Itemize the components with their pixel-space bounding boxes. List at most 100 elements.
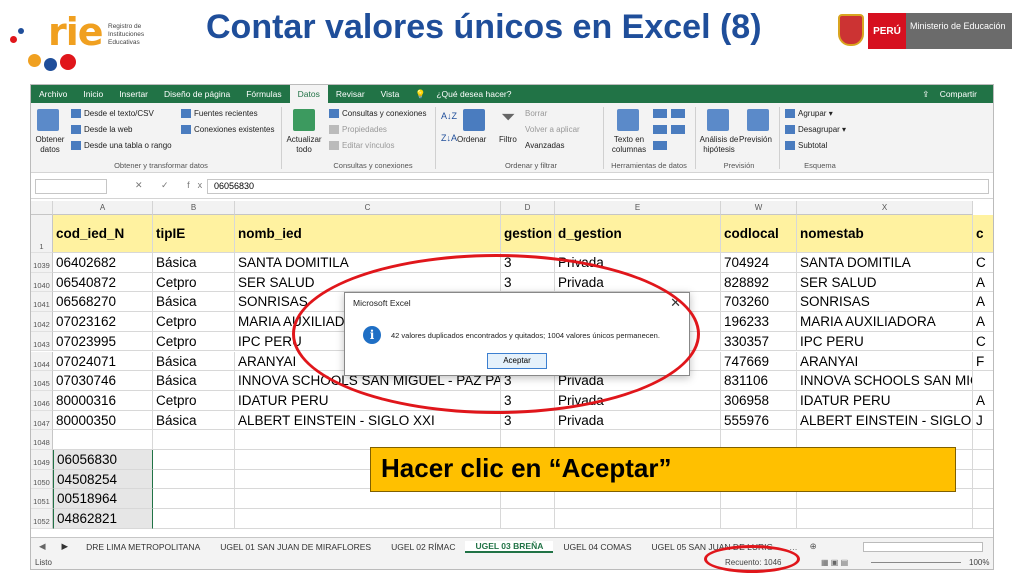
table-cell[interactable]	[797, 489, 973, 510]
row-header[interactable]: 1051	[31, 489, 53, 510]
table-cell[interactable]	[501, 489, 555, 510]
table-cell[interactable]: SANTA DOMITILA	[797, 253, 973, 273]
table-cell[interactable]: 07030746	[53, 371, 153, 391]
tab-vista[interactable]: Vista	[373, 89, 408, 99]
table-cell[interactable]: SER SALUD	[797, 272, 973, 293]
header-cell[interactable]: codlocal	[721, 215, 797, 253]
column-header[interactable]: A	[53, 201, 153, 215]
header-cell[interactable]: c	[973, 215, 993, 253]
tell-me-search[interactable]: 💡 ¿Qué desea hacer?	[407, 89, 527, 100]
row-header[interactable]: 1049	[31, 450, 53, 470]
table-cell[interactable]: 00518964	[53, 489, 153, 510]
row-header[interactable]: 1048	[31, 430, 53, 450]
row-header[interactable]: 1040	[31, 272, 53, 293]
sort-az-icon[interactable]: A↓Z	[441, 111, 457, 121]
from-web-button[interactable]: Desde la web	[71, 125, 132, 135]
table-cell[interactable]: 704924	[721, 253, 797, 273]
table-cell[interactable]: 196233	[721, 312, 797, 332]
row-header[interactable]: 1041	[31, 292, 53, 313]
row-header[interactable]: 1045	[31, 371, 53, 391]
queries-connections-button[interactable]: Consultas y conexiones	[329, 109, 427, 119]
sort-za-icon[interactable]: Z↓A	[441, 133, 457, 143]
row-header[interactable]: 1046	[31, 390, 53, 411]
table-cell[interactable]: ALBERT EINSTEIN - SIGLO XXI	[235, 410, 501, 431]
header-cell[interactable]: d_gestion	[555, 215, 721, 253]
table-cell[interactable]: Privada	[555, 410, 721, 431]
table-cell[interactable]: Básica	[153, 351, 235, 372]
header-cell[interactable]: nomestab	[797, 215, 973, 253]
table-cell[interactable]	[235, 489, 501, 510]
header-cell[interactable]: tipIE	[153, 215, 235, 253]
column-header[interactable]: X	[797, 201, 973, 215]
header-cell[interactable]: cod_ied_N	[53, 215, 153, 253]
table-cell[interactable]: MARIA AUXILIADORA	[797, 312, 973, 332]
table-cell[interactable]: 831106	[721, 371, 797, 391]
recent-sources-button[interactable]: Fuentes recientes	[181, 109, 258, 119]
table-cell[interactable]: J	[973, 411, 993, 431]
tab-archivo[interactable]: Archivo	[31, 89, 75, 99]
zoom-slider[interactable]	[871, 562, 961, 563]
table-cell[interactable]: F	[973, 352, 993, 372]
row-header[interactable]: 1043	[31, 331, 53, 352]
table-cell[interactable]: 747669	[721, 351, 797, 372]
sheet-tab[interactable]: UGEL 02 RÍMAC	[381, 542, 465, 552]
table-cell[interactable]: 06056830	[53, 450, 153, 470]
table-cell[interactable]: 04508254	[53, 469, 153, 490]
existing-connections-button[interactable]: Conexiones existentes	[181, 125, 275, 135]
horizontal-scrollbar[interactable]	[863, 541, 983, 552]
sheet-nav-left-icon[interactable]: ◀	[31, 541, 54, 552]
tab-formulas[interactable]: Fórmulas	[238, 89, 289, 99]
edit-links-button[interactable]: Editar vínculos	[329, 141, 394, 151]
table-cell[interactable]: 80000350	[53, 410, 153, 431]
table-cell[interactable]: 07024071	[53, 351, 153, 372]
table-cell[interactable]: 828892	[721, 272, 797, 293]
table-cell[interactable]: A	[973, 312, 993, 332]
table-cell[interactable]	[153, 469, 235, 490]
table-cell[interactable]: 555976	[721, 410, 797, 431]
table-cell[interactable]: IPC PERU	[797, 331, 973, 352]
get-data-button[interactable]: Obtener datos	[34, 135, 66, 155]
forecast-button[interactable]: Previsión	[739, 135, 772, 144]
table-cell[interactable]: 07023995	[53, 331, 153, 352]
table-cell[interactable]	[153, 509, 235, 529]
tab-diseno[interactable]: Diseño de página	[156, 89, 238, 99]
reapply-button[interactable]: Volver a aplicar	[525, 125, 580, 134]
table-cell[interactable]	[973, 470, 993, 490]
column-header[interactable]: E	[555, 201, 721, 215]
subtotal-button[interactable]: Subtotal	[785, 141, 827, 151]
table-cell[interactable]: Básica	[153, 371, 235, 391]
sheet-tab[interactable]: UGEL 01 SAN JUAN DE MIRAFLORES	[210, 542, 381, 552]
table-cell[interactable]: 80000316	[53, 390, 153, 411]
table-cell[interactable]	[721, 489, 797, 510]
table-cell[interactable]	[973, 430, 993, 450]
column-header[interactable]: D	[501, 201, 555, 215]
table-cell[interactable]	[53, 430, 153, 450]
table-cell[interactable]: 06540872	[53, 272, 153, 293]
table-cell[interactable]: Básica	[153, 292, 235, 313]
table-cell[interactable]: 06568270	[53, 292, 153, 313]
table-cell[interactable]: 04862821	[53, 509, 153, 529]
table-cell[interactable]: SONRISAS	[797, 292, 973, 313]
row-header[interactable]: 1052	[31, 509, 53, 529]
from-table-button[interactable]: Desde una tabla o rango	[71, 141, 172, 151]
column-header[interactable]: W	[721, 201, 797, 215]
table-cell[interactable]: ARANYAI	[797, 351, 973, 372]
table-cell[interactable]: 330357	[721, 331, 797, 352]
table-cell[interactable]	[235, 509, 501, 529]
header-cell[interactable]: gestion	[501, 215, 555, 253]
tab-revisar[interactable]: Revisar	[328, 89, 373, 99]
clear-button[interactable]: Borrar	[525, 109, 547, 118]
from-text-button[interactable]: Desde el texto/CSV	[71, 109, 154, 119]
data-tools-icons-2[interactable]	[671, 109, 685, 159]
row-header[interactable]: 1050	[31, 469, 53, 490]
properties-button[interactable]: Propiedades	[329, 125, 387, 135]
row-header[interactable]: 1044	[31, 351, 53, 372]
tab-insertar[interactable]: Insertar	[111, 89, 156, 99]
table-cell[interactable]	[153, 430, 235, 450]
tab-datos[interactable]: Datos	[289, 85, 328, 103]
table-cell[interactable]	[555, 489, 721, 510]
table-cell[interactable]	[973, 371, 993, 391]
table-cell[interactable]: Cetpro	[153, 331, 235, 352]
table-cell[interactable]	[973, 489, 993, 510]
sheet-nav-right-icon[interactable]: ▶	[54, 541, 77, 552]
